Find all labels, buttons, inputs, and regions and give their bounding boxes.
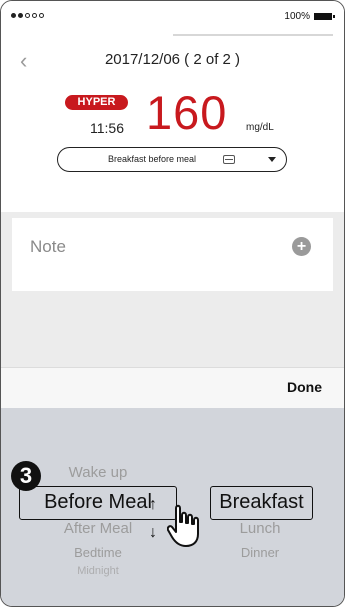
picker-option[interactable]: Lunch: [208, 520, 312, 537]
page-title: 2017/12/06 ( 2 of 2 ): [104, 51, 241, 68]
meal-picker[interactable]: Wake up Before Meal After Meal Bedtime M…: [1, 408, 344, 606]
page-progress-line: [173, 34, 333, 36]
meal-timing-label: Breakfast before meal: [108, 154, 197, 164]
scroll-arrows: ↑ ↓: [146, 496, 160, 544]
picker-selected-option[interactable]: Breakfast: [210, 486, 313, 520]
reading-header: ‹ 2017/12/06 ( 2 of 2 ) HYPER 11:56 160 …: [1, 37, 344, 212]
arrow-down-icon: ↓: [149, 524, 157, 541]
step-badge: 3: [11, 461, 41, 491]
burger-icon: [223, 155, 235, 164]
picker-toolbar: Done: [1, 367, 344, 409]
status-badge: HYPER: [65, 95, 128, 110]
phone-screen: 100% ‹ 2017/12/06 ( 2 of 2 ) HYPER 11:56…: [0, 0, 345, 607]
meal-timing-select[interactable]: Breakfast before meal: [57, 147, 287, 172]
pointer-hand-icon: [167, 504, 199, 547]
picker-option[interactable]: Dinner: [208, 545, 312, 560]
arrow-up-icon: ↑: [149, 496, 157, 513]
glucose-value: 160: [146, 86, 228, 139]
picker-option[interactable]: Midnight: [19, 565, 177, 577]
battery-icon: [314, 13, 332, 20]
status-bar: 100%: [1, 1, 344, 36]
glucose-unit: mg/dL: [246, 122, 274, 133]
done-button[interactable]: Done: [287, 379, 322, 395]
add-note-button[interactable]: +: [292, 237, 311, 256]
note-label: Note: [30, 237, 66, 256]
chevron-down-icon: [268, 157, 276, 162]
reading-time: 11:56: [90, 120, 124, 136]
picker-option[interactable]: Bedtime: [19, 545, 177, 560]
battery-percent: 100%: [284, 11, 310, 22]
signal-strength-icon: [11, 13, 44, 18]
picker-option[interactable]: Wake up: [19, 464, 177, 481]
battery-tip-icon: [333, 15, 335, 18]
note-field[interactable]: Note +: [12, 218, 333, 291]
